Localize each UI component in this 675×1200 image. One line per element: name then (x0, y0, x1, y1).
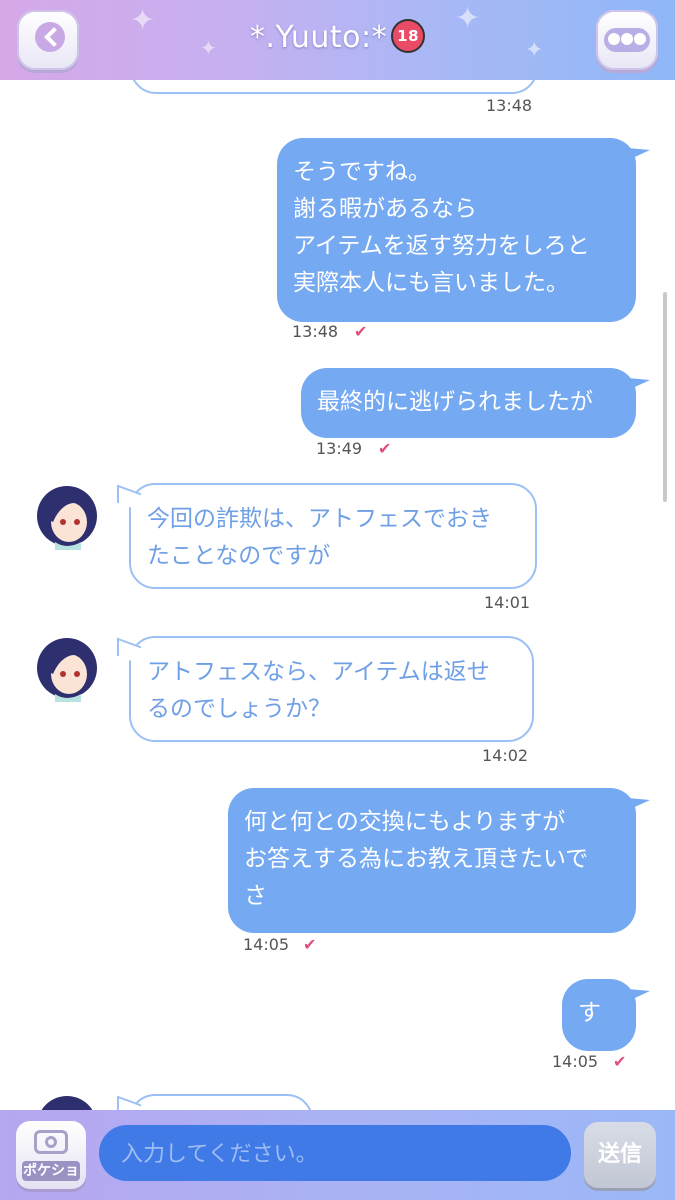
more-options-button[interactable] (596, 10, 658, 70)
read-check-icon: ✔ (303, 935, 317, 954)
incoming-message-bubble[interactable]: 今回の詐欺は、アトフェスでおき たことなのですが (129, 483, 537, 589)
ellipsis-icon (604, 28, 650, 52)
camera-button[interactable]: ポケショ (16, 1121, 86, 1189)
age-restriction-icon: 18 (391, 18, 426, 53)
message-input-container[interactable] (99, 1125, 571, 1183)
message-text: そうですね。 謝る暇があるなら アイテムを返す努力をしろと 実際本人にも言いまし… (293, 159, 590, 296)
message-time: 14:02 (482, 746, 529, 765)
message-list[interactable]: 13:48 そうですね。 謝る暇があるなら アイテムを返す努力をしろと 実際本人… (0, 80, 675, 1110)
message-text: 最終的に逃げられましたが (317, 389, 593, 415)
message-composer: ポケショ 送信 (0, 1110, 675, 1200)
message-time: 14:05 (552, 1052, 599, 1071)
outgoing-message-bubble[interactable]: す (562, 979, 636, 1051)
read-check-icon: ✔ (613, 1052, 627, 1071)
outgoing-message-bubble[interactable]: 最終的に逃げられましたが (301, 368, 636, 438)
message-input[interactable] (119, 1125, 553, 1183)
camera-icon (34, 1130, 68, 1154)
camera-button-label: ポケショ (22, 1161, 80, 1181)
incoming-message-bubble[interactable] (130, 80, 538, 94)
chat-title-text: *.Yuuto:* (249, 20, 388, 55)
message-time: 13:48 (292, 322, 339, 341)
incoming-message-bubble[interactable]: アトフェスなら、アイテムは返せ るのでしょうか？ (129, 636, 534, 742)
message-time: 13:48 (486, 96, 533, 115)
incoming-message-bubble[interactable] (129, 1094, 313, 1110)
chat-header: ✦ ✦ ✦ ✦ *.Yuuto:* 18 (0, 0, 675, 80)
read-check-icon: ✔ (378, 439, 392, 458)
read-check-icon: ✔ (354, 322, 368, 341)
avatar[interactable] (31, 478, 103, 550)
scrollbar[interactable] (663, 292, 667, 502)
outgoing-message-bubble[interactable]: そうですね。 謝る暇があるなら アイテムを返す努力をしろと 実際本人にも言いまし… (277, 138, 636, 322)
message-time: 14:05 (243, 935, 290, 954)
send-button[interactable]: 送信 (584, 1122, 656, 1188)
message-text: アトフェスなら、アイテムは返せ るのでしょうか？ (147, 659, 490, 722)
message-text: 何と何との交換にもよりますが お答えする為にお教え頂きたいで さ (244, 809, 589, 909)
message-time: 13:49 (316, 439, 363, 458)
outgoing-message-bubble[interactable]: 何と何との交換にもよりますが お答えする為にお教え頂きたいで さ (228, 788, 636, 933)
avatar[interactable] (31, 1088, 103, 1110)
chat-title: *.Yuuto:* 18 (0, 18, 675, 56)
message-text: 今回の詐欺は、アトフェスでおき たことなのですが (147, 506, 492, 569)
message-text: す (578, 1000, 601, 1026)
message-time: 14:01 (484, 593, 531, 612)
avatar[interactable] (31, 630, 103, 702)
